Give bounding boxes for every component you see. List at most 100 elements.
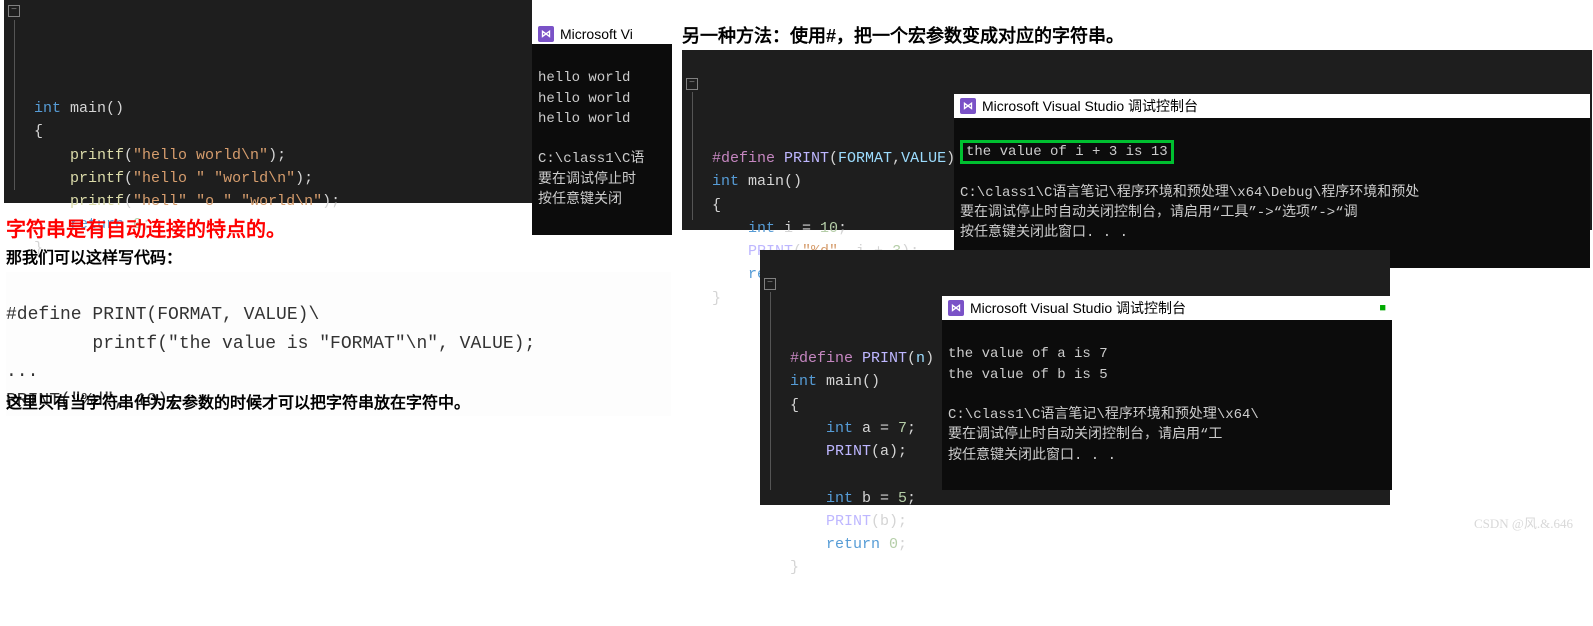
brace-open: { [712,197,721,214]
semi: ; [898,536,907,553]
note-2: 那我们可以这样写代码： [6,244,182,268]
semi: ; [907,490,916,507]
brace-open: { [790,397,799,414]
light-line: ... [6,362,38,382]
str: "world\n" [241,193,322,210]
console-title-3: ⋈ Microsoft Visual Studio 调试控制台 ■ [942,296,1392,320]
console-title-1: ⋈ Microsoft Vi [532,24,672,44]
paren: ) [925,350,943,367]
pp-define: #define [712,150,775,167]
paren: ( [829,150,838,167]
console-1: ⋈ Microsoft Vi hello world hello world h… [532,24,672,235]
txt: b = [853,490,898,507]
semi: ); [322,193,340,210]
watermark: CSDN @风.&.646 [1474,513,1573,532]
sp [187,193,196,210]
console-title-text: Microsoft Visual Studio 调试控制台 [970,298,1186,318]
kw-int: int [790,373,817,390]
str: "hello " [133,170,205,187]
semi: ; [838,220,847,237]
vs-icon: ⋈ [538,26,554,42]
fold-line [692,92,693,220]
txt: a = [853,420,898,437]
sp [205,170,214,187]
txt: (b); [871,513,907,530]
light-line: printf("the value is "FORMAT"\n", VALUE)… [6,334,535,354]
gutter-3 [760,250,784,505]
out-line: the value of b is 5 [948,367,1108,383]
str: "hell" [133,193,187,210]
out-line: C:\class1\C语言笔记\程序环境和预处理\x64\Debug\程序环境和… [960,185,1419,201]
macro-param: n [916,350,925,367]
gutter-1 [4,0,28,203]
vs-icon: ⋈ [948,300,964,316]
semi: ; [907,420,916,437]
brace-close: } [712,290,721,307]
dot-icon: ■ [1379,302,1386,314]
num: 10 [820,220,838,237]
paren: ( [124,170,133,187]
semi: ); [295,170,313,187]
kw-return: return [790,536,889,553]
fold-icon[interactable] [8,5,20,17]
paren: ( [907,350,916,367]
out-line: C:\class1\C语言笔记\程序环境和预处理\x64\ [948,407,1259,423]
kw-int: int [712,220,775,237]
macro-name: PRINT [775,150,829,167]
console-body-3: the value of a is 7 the value of b is 5 … [942,320,1392,490]
pp-define: #define [790,350,853,367]
out-line: 按任意键关闭此窗口. . . [948,448,1116,464]
kw-int: int [712,173,739,190]
out-line: the value of a is 7 [948,346,1108,362]
console-body-2: the value of i + 3 is 13 C:\class1\C语言笔记… [954,118,1590,268]
out-line: 按任意键关闭 [538,192,622,208]
txt: (a); [871,443,907,460]
comma: , [892,150,901,167]
out-line: C:\class1\C语 [538,151,644,167]
out-line: 要在调试停止时自动关闭控制台，请启用“工具”->“选项”->“调 [960,205,1358,221]
out-line: 要在调试停止时 [538,172,636,188]
num: 5 [898,490,907,507]
console-title-2: ⋈ Microsoft Visual Studio 调试控制台 [954,94,1590,118]
macro-param: FORMAT [838,150,892,167]
fn-main: main() [817,373,880,390]
console-2: ⋈ Microsoft Visual Studio 调试控制台 the valu… [954,94,1590,268]
macro-param: VALUE [901,150,946,167]
kw-int: int [34,100,61,117]
fn-printf: printf [34,147,124,164]
out-line: hello world [538,70,630,86]
note-3: 这里只有当字符串作为宏参数的时候才可以把字符串放在字符中。 [6,389,470,413]
console-3: ⋈ Microsoft Visual Studio 调试控制台 ■ the va… [942,296,1392,490]
str: "o " [196,193,232,210]
console-body-1: hello world hello world hello world C:\c… [532,44,672,235]
macro-call: PRINT [790,443,871,460]
paren: ( [124,193,133,210]
num: 7 [898,420,907,437]
brace-close: } [790,559,799,576]
highlighted-output: the value of i + 3 is 13 [960,140,1174,164]
macro-name: PRINT [853,350,907,367]
fold-icon[interactable] [764,278,776,290]
console-title-text: Microsoft Visual Studio 调试控制台 [982,96,1198,116]
paren: ( [124,147,133,164]
note-red: 字符串是有自动连接的特点的。 [6,213,286,242]
light-line: #define PRINT(FORMAT, VALUE)\ [6,305,319,325]
out-line: 要在调试停止时自动关闭控制台，请启用“工 [948,427,1222,443]
fold-line [770,292,771,490]
txt: i = [775,220,820,237]
console-title-text: Microsoft Vi [560,26,633,42]
str: "hello world\n" [133,147,268,164]
semi: ); [268,147,286,164]
heading-right: 另一种方法：使用#，把一个宏参数变成对应的字符串。 [682,22,1124,48]
vs-icon: ⋈ [960,98,976,114]
out-line: hello world [538,111,630,127]
kw-int: int [790,420,853,437]
gutter-2 [682,50,706,230]
fn-main: main() [739,173,802,190]
fold-icon[interactable] [686,78,698,90]
fn-printf: printf [34,170,124,187]
sp [232,193,241,210]
fn-main: main() [61,100,124,117]
str: "world\n" [214,170,295,187]
num: 0 [889,536,898,553]
